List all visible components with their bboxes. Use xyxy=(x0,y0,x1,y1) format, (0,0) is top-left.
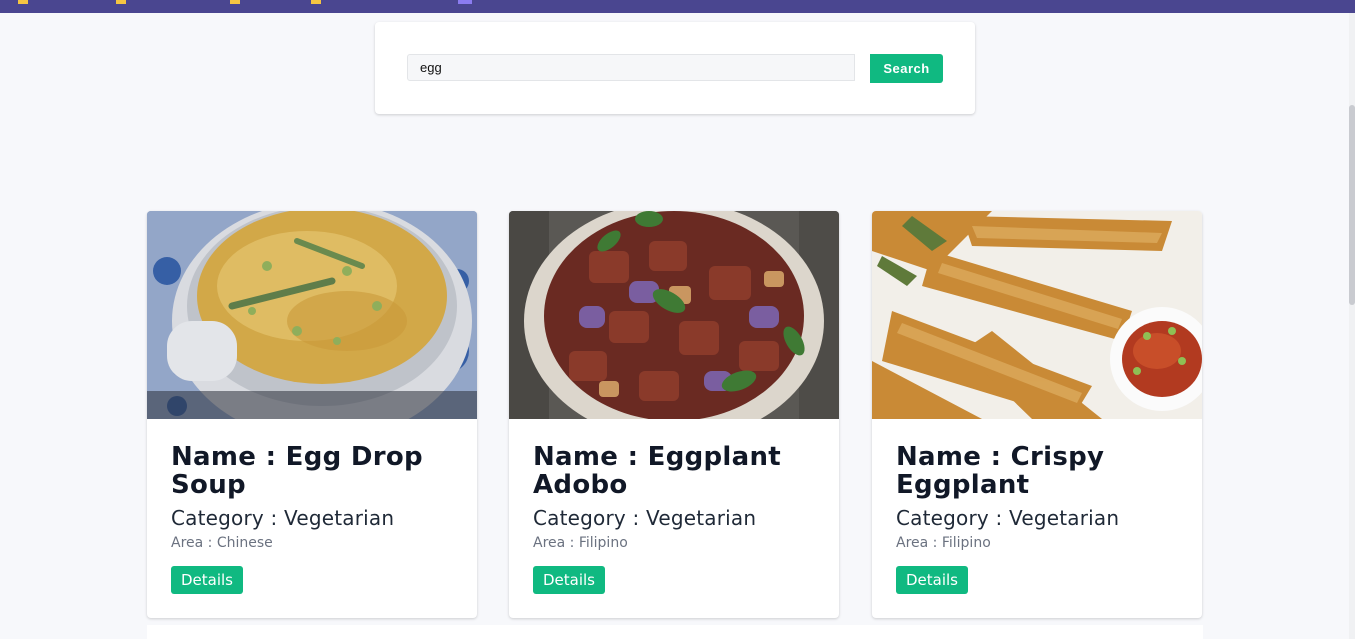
details-button[interactable]: Details xyxy=(533,566,606,594)
scrollbar-thumb[interactable] xyxy=(1349,105,1355,305)
meal-image xyxy=(509,211,839,419)
bookmark-folder-icon[interactable] xyxy=(230,0,240,4)
page-scrollbar[interactable] xyxy=(1349,13,1355,639)
meal-card: Name : Egg Drop Soup Category : Vegetari… xyxy=(147,211,477,618)
meal-card: Name : Eggplant Adobo Category : Vegetar… xyxy=(509,211,839,618)
meal-area: Area : Chinese xyxy=(171,535,273,551)
bookmark-folder-icon[interactable] xyxy=(311,0,321,4)
meal-image xyxy=(147,211,477,419)
details-button[interactable]: Details xyxy=(896,566,969,594)
meal-image xyxy=(872,211,1202,419)
search-button[interactable]: Search xyxy=(870,54,943,83)
details-button[interactable]: Details xyxy=(171,566,244,594)
next-cards-row xyxy=(147,625,1203,639)
meal-name: Name : Egg Drop Soup xyxy=(171,442,423,500)
browser-bookmarks-bar xyxy=(0,0,1355,13)
bookmark-folder-icon[interactable] xyxy=(116,0,126,4)
search-panel: Search xyxy=(375,22,975,114)
bookmark-folder-icon[interactable] xyxy=(18,0,28,4)
search-input[interactable] xyxy=(407,54,855,81)
meal-category: Category : Vegetarian xyxy=(171,506,395,530)
bookmark-icon[interactable] xyxy=(458,0,472,4)
meal-area: Area : Filipino xyxy=(533,535,628,551)
meal-category: Category : Vegetarian xyxy=(896,506,1120,530)
meal-area: Area : Filipino xyxy=(896,535,991,551)
meal-name: Name : Eggplant Adobo xyxy=(533,442,782,500)
meal-name: Name : Crispy Eggplant xyxy=(896,442,1105,500)
meal-category: Category : Vegetarian xyxy=(533,506,757,530)
meal-card: Name : Crispy Eggplant Category : Vegeta… xyxy=(872,211,1202,618)
